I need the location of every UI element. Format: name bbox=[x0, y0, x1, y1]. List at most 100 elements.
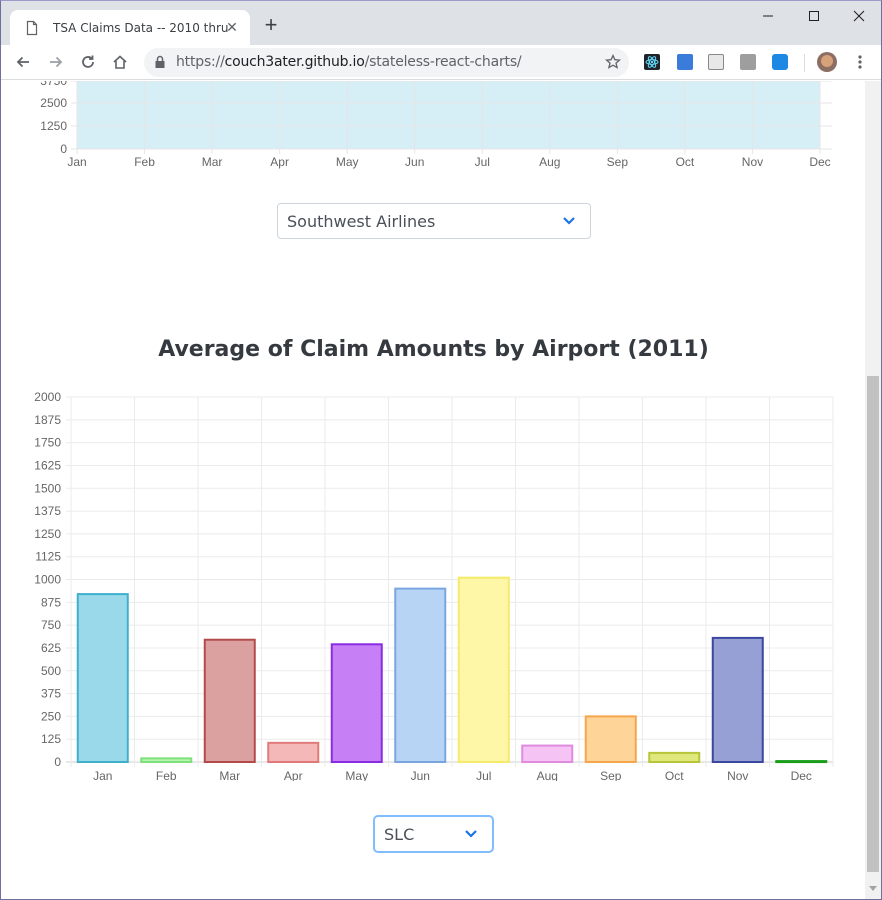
y-tick-label: 1375 bbox=[34, 504, 61, 518]
top-chart-x-tick-label: Jan bbox=[67, 155, 86, 169]
top-chart-x-tick-label: Apr bbox=[270, 155, 289, 169]
home-button[interactable] bbox=[108, 50, 132, 74]
tab-title: TSA Claims Data -- 2010 thru 2013 bbox=[53, 20, 228, 35]
x-tick-label: Jul bbox=[476, 769, 491, 781]
page-content: 3750 2500 1250 0 Jan Feb Mar Apr May Jun Jul Aug Sep… bbox=[1, 81, 866, 899]
bar-sep bbox=[584, 715, 637, 763]
x-tick-label: Dec bbox=[791, 769, 812, 781]
bar-jul bbox=[457, 576, 510, 763]
y-tick-label: 0 bbox=[54, 755, 61, 769]
x-tick-label: Jun bbox=[411, 769, 430, 781]
y-tick-label: 1875 bbox=[34, 413, 61, 427]
bar-feb bbox=[140, 757, 193, 764]
title-bar: TSA Claims Data -- 2010 thru 2013 ✕ + bbox=[1, 1, 881, 45]
document-icon bbox=[26, 20, 38, 35]
y-tick-label: 1000 bbox=[34, 573, 61, 587]
scroll-down-arrow-icon[interactable] bbox=[869, 886, 877, 891]
top-chart-y-tick-label: 0 bbox=[60, 142, 67, 156]
extension-gray-icon[interactable] bbox=[740, 54, 756, 70]
url-path: /stateless-react-charts/ bbox=[364, 54, 522, 70]
maximize-button[interactable] bbox=[791, 1, 837, 31]
y-tick-label: 250 bbox=[41, 709, 61, 723]
minimize-button[interactable] bbox=[745, 1, 791, 31]
react-devtools-extension-icon[interactable] bbox=[644, 54, 660, 70]
browser-window: TSA Claims Data -- 2010 thru 2013 ✕ + bbox=[0, 0, 882, 900]
x-tick-label: May bbox=[345, 769, 368, 781]
extension-notebook-icon[interactable] bbox=[708, 54, 724, 70]
close-icon bbox=[853, 10, 865, 22]
top-chart-y-tick-label: 3750 bbox=[40, 81, 67, 88]
bar-jan bbox=[76, 593, 129, 763]
close-window-button[interactable] bbox=[836, 1, 881, 31]
top-chart-x-tick-label: Oct bbox=[676, 155, 695, 169]
y-tick-label: 1750 bbox=[34, 436, 61, 450]
forward-button[interactable] bbox=[44, 50, 68, 74]
new-tab-button[interactable]: + bbox=[261, 14, 281, 36]
top-chart-x-tick-label: Mar bbox=[202, 155, 223, 169]
y-tick-label: 2000 bbox=[34, 390, 61, 404]
url-host: couch3ater.github.io bbox=[224, 54, 365, 70]
x-tick-label: Oct bbox=[665, 769, 684, 781]
top-chart-area bbox=[77, 81, 820, 149]
minimize-icon bbox=[763, 15, 773, 17]
top-area-chart: 3750 2500 1250 0Jan Feb Mar Apr May Jun Jul Aug Sep… bbox=[40, 81, 832, 169]
maximize-icon bbox=[809, 11, 819, 21]
y-tick-label: 1125 bbox=[35, 550, 61, 564]
extension-timer-icon[interactable] bbox=[772, 54, 788, 70]
bar-apr bbox=[267, 741, 320, 763]
reload-button[interactable] bbox=[76, 50, 100, 74]
scrollbar-thumb[interactable] bbox=[867, 376, 879, 872]
y-tick-label: 1250 bbox=[34, 527, 61, 541]
bar-jun bbox=[394, 587, 447, 763]
bar-oct bbox=[648, 751, 701, 763]
top-chart-x-tick-label: Jul bbox=[475, 155, 490, 169]
y-tick-label: 125 bbox=[41, 732, 61, 746]
url-scheme: https:// bbox=[176, 54, 225, 70]
top-chart-x-tick-label: May bbox=[336, 155, 359, 169]
top-chart-x-tick-label: Feb bbox=[134, 155, 155, 169]
forward-arrow-icon bbox=[50, 56, 63, 68]
profile-avatar[interactable] bbox=[817, 52, 837, 72]
bar-aug bbox=[521, 744, 574, 764]
bar-mar bbox=[203, 638, 256, 764]
x-tick-label: Feb bbox=[156, 769, 177, 781]
chevron-down-icon bbox=[563, 217, 575, 225]
bookmark-star-icon[interactable] bbox=[605, 54, 621, 70]
address-bar[interactable]: https://couch3ater.github.io/stateless-r… bbox=[144, 48, 629, 77]
chart-title: Average of Claim Amounts by Airport (201… bbox=[158, 337, 709, 362]
top-chart-x-tick-label: Nov bbox=[742, 155, 763, 169]
x-tick-label: Sep bbox=[600, 769, 622, 781]
top-chart-y-tick-label: 1250 bbox=[40, 119, 67, 133]
tab-close-icon[interactable]: ✕ bbox=[224, 19, 240, 35]
bar-may bbox=[330, 643, 383, 764]
extension-blue-icon[interactable] bbox=[677, 54, 693, 70]
chevron-down-icon bbox=[465, 830, 477, 838]
top-chart-x-tick-label: Jun bbox=[405, 155, 424, 169]
x-tick-label: Jan bbox=[93, 769, 112, 781]
top-chart-x-tick-label: Sep bbox=[607, 155, 629, 169]
browser-tab[interactable]: TSA Claims Data -- 2010 thru 2013 ✕ bbox=[10, 10, 250, 45]
y-tick-label: 1500 bbox=[34, 481, 61, 495]
home-icon bbox=[113, 55, 127, 69]
vertical-scrollbar[interactable] bbox=[865, 81, 881, 899]
airport-select[interactable]: SLC bbox=[374, 816, 493, 852]
y-tick-label: 875 bbox=[41, 595, 61, 609]
reload-icon bbox=[82, 55, 94, 68]
top-chart-y-tick-label: 2500 bbox=[40, 96, 67, 110]
bar-nov bbox=[711, 636, 764, 763]
menu-button[interactable] bbox=[852, 54, 868, 70]
y-tick-label: 375 bbox=[41, 687, 61, 701]
x-tick-label: Apr bbox=[284, 769, 303, 781]
y-tick-label: 1625 bbox=[34, 458, 61, 472]
back-arrow-icon bbox=[16, 56, 29, 68]
airline-select[interactable]: Southwest Airlines bbox=[277, 203, 591, 239]
toolbar-divider bbox=[804, 54, 805, 72]
y-tick-label: 625 bbox=[41, 641, 61, 655]
url-text: https://couch3ater.github.io/stateless-r… bbox=[176, 54, 522, 70]
top-chart-x-tick-label: Dec bbox=[809, 155, 830, 169]
back-button[interactable] bbox=[11, 50, 35, 74]
x-tick-label: Nov bbox=[727, 769, 748, 781]
airport-select-value: SLC bbox=[384, 824, 415, 844]
lock-icon bbox=[155, 55, 165, 68]
y-tick-label: 500 bbox=[41, 664, 61, 678]
